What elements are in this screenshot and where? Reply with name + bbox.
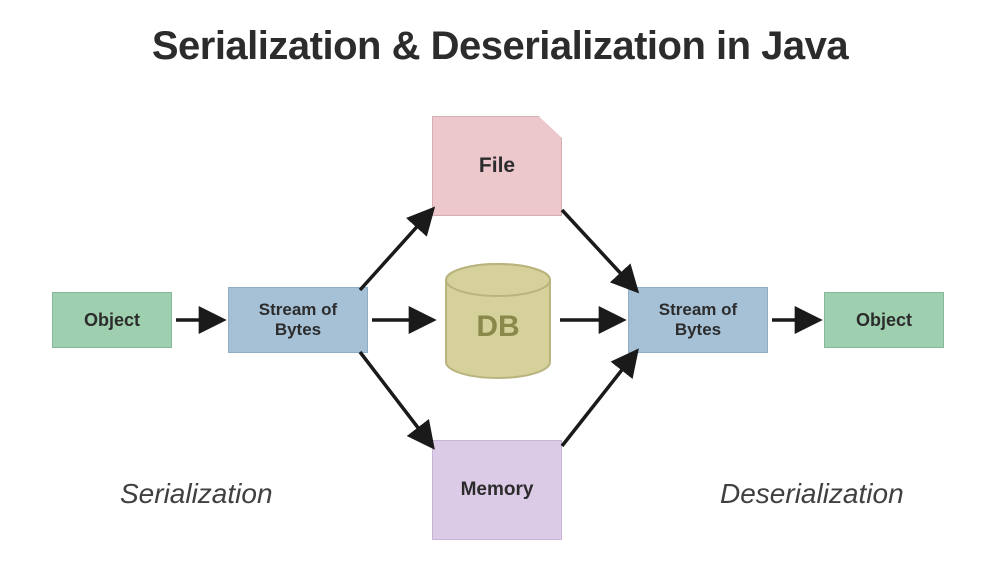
caption-serialization: Serialization — [120, 478, 273, 510]
node-object-left: Object — [52, 292, 172, 348]
node-memory: Memory — [432, 440, 562, 540]
node-label: DB — [438, 310, 558, 344]
node-label: Memory — [461, 479, 534, 501]
caption-deserialization: Deserialization — [720, 478, 904, 510]
node-db: DB — [438, 262, 558, 382]
node-label: Object — [84, 310, 140, 331]
node-object-right: Object — [824, 292, 944, 348]
page-title: Serialization & Deserialization in Java — [0, 24, 1000, 69]
node-label: Object — [856, 310, 912, 331]
arrow-stream-to-memory — [360, 352, 432, 446]
node-file: File — [432, 116, 562, 216]
node-stream-right: Stream of Bytes — [628, 287, 768, 353]
diagram-stage: Serialization & Deserialization in Java … — [0, 0, 1000, 583]
arrow-stream-to-file — [360, 210, 432, 290]
arrow-file-to-stream — [562, 210, 636, 290]
node-label: Stream of Bytes — [659, 300, 737, 339]
arrow-memory-to-stream — [562, 352, 636, 446]
node-label: Stream of Bytes — [259, 300, 337, 339]
node-stream-left: Stream of Bytes — [228, 287, 368, 353]
node-label: File — [479, 154, 515, 178]
